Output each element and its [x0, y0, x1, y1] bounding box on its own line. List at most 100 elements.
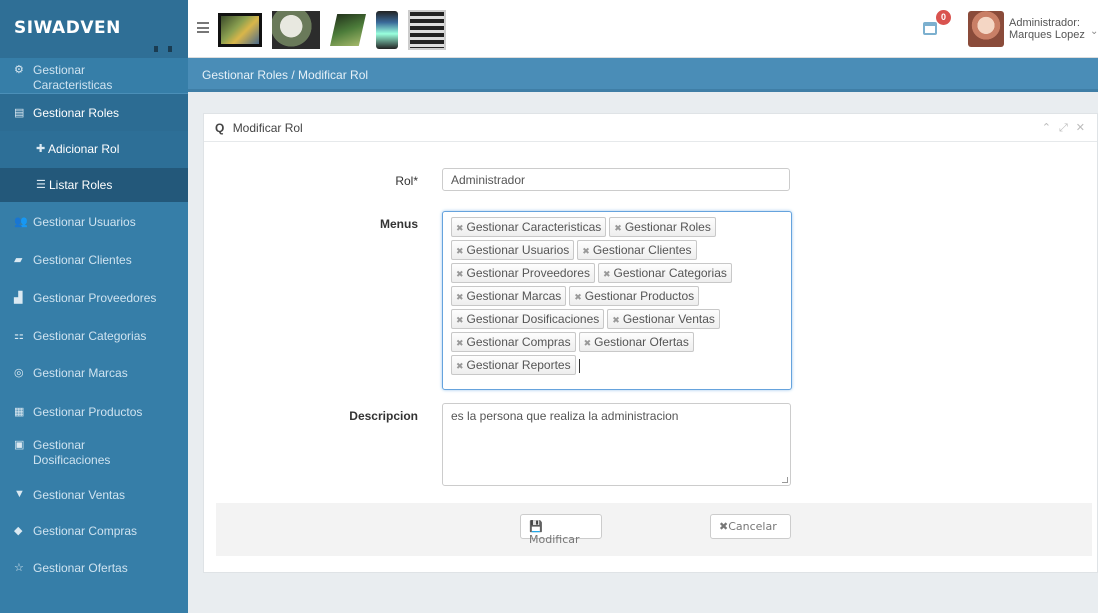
brand-name: SIWADVEN — [14, 18, 121, 38]
menu-toggle-icon[interactable] — [197, 22, 209, 33]
menu-chip[interactable]: ✖ Gestionar Clientes — [577, 240, 697, 260]
chevron-down-icon[interactable]: ⌄ — [1090, 26, 1098, 37]
remove-icon[interactable]: ✖ — [456, 361, 464, 371]
form-actions: 💾Modificar ✖Cancelar — [216, 503, 1092, 556]
search-icon: Q — [215, 121, 225, 135]
sidebar-item-label: Gestionar Categorias — [33, 329, 147, 343]
sidebar-item-clientes[interactable]: ▰ Gestionar Clientes — [0, 240, 188, 278]
banner-images — [218, 8, 446, 52]
truck-icon: ▟ — [14, 292, 23, 304]
remove-icon[interactable]: ✖ — [456, 269, 464, 279]
descripcion-label: Descripcion — [349, 409, 418, 423]
resize-handle-icon[interactable] — [782, 477, 788, 483]
product-image-phone — [376, 11, 398, 49]
menu-chip[interactable]: ✖ Gestionar Ventas — [607, 309, 720, 329]
sidebar-item-label: Gestionar Dosificaciones — [33, 438, 111, 467]
user-name: Marques Lopez — [1009, 29, 1085, 41]
users-icon: 👥 — [14, 216, 28, 228]
menu-chip[interactable]: ✖ Gestionar Marcas — [451, 286, 567, 306]
sidebar-item-label: Gestionar Compras — [33, 524, 138, 538]
sidebar-item-proveedores[interactable]: ▟ Gestionar Proveedores — [0, 278, 188, 316]
remove-icon[interactable]: ✖ — [456, 292, 464, 302]
menus-multiselect[interactable]: ✖ Gestionar Caracteristicas ✖ Gestionar Rol… — [442, 211, 792, 390]
product-image-animal — [272, 11, 320, 49]
remove-icon[interactable]: ✖ — [612, 315, 620, 325]
text-cursor — [578, 358, 580, 373]
sidebar-item-label: Gestionar Ofertas — [33, 561, 128, 575]
remove-icon[interactable]: ✖ — [456, 223, 464, 233]
brand-block[interactable]: SIWADVEN — [0, 0, 188, 58]
sidebar: ⚙ Gestionar Caracteristicas ▤ Gestionar … — [0, 58, 188, 613]
panel-title: Modificar Rol — [232, 121, 303, 135]
sidebar-item-caracteristicas[interactable]: ⚙ Gestionar Caracteristicas — [0, 58, 188, 94]
sidebar-item-label: Gestionar Roles — [33, 106, 120, 120]
sidebar-item-label: Gestionar Usuarios — [33, 215, 136, 229]
panel-header: Q Modificar Rol ⌃⤢✕ — [204, 114, 1097, 142]
sidebar-item-dosificaciones[interactable]: ▣ Gestionar Dosificaciones — [0, 430, 188, 476]
brand-mark-icon — [154, 46, 172, 52]
remove-icon[interactable]: ✖ — [582, 246, 590, 256]
form-panel: Q Modificar Rol ⌃⤢✕ Rol* Administrador M… — [203, 113, 1098, 573]
top-header: SIWADVEN 0 Administrador: Marques Lopez … — [0, 0, 1098, 58]
sidebar-item-ventas[interactable]: ▼ Gestionar Ventas — [0, 476, 188, 512]
calendar-icon[interactable] — [923, 22, 937, 35]
remove-icon[interactable]: ✖ — [574, 292, 582, 302]
sitemap-icon: ⚏ — [14, 330, 24, 342]
sidebar-item-ofertas[interactable]: ☆ Gestionar Ofertas — [0, 549, 188, 586]
sidebar-item-roles[interactable]: ▤ Gestionar Roles — [0, 94, 188, 131]
product-image-collage — [408, 10, 446, 50]
calculator-icon: ▣ — [14, 439, 25, 451]
sidebar-item-label: Gestionar Marcas — [33, 366, 128, 380]
sidebar-item-categorias[interactable]: ⚏ Gestionar Categorias — [0, 316, 188, 354]
purchase-icon: ◆ — [14, 525, 23, 537]
remove-icon[interactable]: ✖ — [456, 338, 464, 348]
sidebar-item-listar-roles[interactable]: ☰ Listar Roles — [0, 168, 188, 202]
sidebar-item-label: Gestionar Clientes — [33, 253, 132, 267]
panel-tools: ⌃⤢✕ — [1042, 121, 1093, 135]
sidebar-item-label: Gestionar Proveedores — [33, 291, 157, 305]
rol-input[interactable]: Administrador — [442, 168, 790, 191]
cancelar-button[interactable]: ✖Cancelar — [710, 514, 791, 539]
remove-icon[interactable]: ✖ — [456, 246, 464, 256]
sidebar-item-productos[interactable]: ▦ Gestionar Productos — [0, 392, 188, 430]
menus-label: Menus — [379, 217, 418, 231]
sidebar-item-usuarios[interactable]: 👥 Gestionar Usuarios — [0, 202, 188, 240]
cart-icon: ▼ — [14, 488, 25, 500]
menu-chip[interactable]: ✖ Gestionar Dosificaciones — [451, 309, 605, 329]
remove-icon[interactable]: ✖ — [603, 269, 611, 279]
sidebar-item-label: Listar Roles — [49, 178, 113, 192]
sidebar-item-marcas[interactable]: ◎ Gestionar Marcas — [0, 354, 188, 392]
tag-icon: ◎ — [14, 367, 24, 379]
product-image-landscape — [330, 14, 366, 46]
menu-chip[interactable]: ✖ Gestionar Reportes — [451, 355, 576, 375]
breadcrumb: Gestionar Roles / Modificar Rol — [188, 58, 1098, 92]
notification-badge[interactable]: 0 — [936, 10, 951, 25]
user-menu[interactable]: Administrador: Marques Lopez — [1009, 17, 1087, 41]
rol-label: Rol* — [395, 174, 418, 188]
sidebar-item-label: Adicionar Rol — [48, 142, 120, 156]
sidebar-item-compras[interactable]: ◆ Gestionar Compras — [0, 512, 188, 549]
close-icon: ✖ — [719, 520, 729, 533]
menu-chip[interactable]: ✖ Gestionar Roles — [609, 217, 716, 237]
menu-chip[interactable]: ✖ Gestionar Compras — [451, 332, 576, 352]
remove-icon[interactable]: ✖ — [456, 315, 464, 325]
descripcion-textarea[interactable]: es la persona que realiza la administrac… — [442, 403, 791, 486]
menu-chip[interactable]: ✖ Gestionar Productos — [569, 286, 700, 306]
avatar[interactable] — [968, 11, 1004, 47]
menu-chip[interactable]: ✖ Gestionar Usuarios — [451, 240, 575, 260]
expand-icon[interactable]: ⤢ — [1059, 122, 1076, 134]
sidebar-item-adicionar-rol[interactable]: ✚ Adicionar Rol — [0, 131, 188, 168]
sidebar-item-label: Gestionar Caracteristicas — [33, 63, 113, 92]
menu-chip[interactable]: ✖ Gestionar Proveedores — [451, 263, 595, 283]
menu-chip[interactable]: ✖ Gestionar Caracteristicas — [451, 217, 607, 237]
menu-chip[interactable]: ✖ Gestionar Ofertas — [578, 332, 694, 352]
descripcion-text: es la persona que realiza la administrac… — [451, 409, 679, 423]
sidebar-item-label: Gestionar Productos — [33, 405, 143, 419]
star-icon: ☆ — [14, 562, 24, 574]
remove-icon[interactable]: ✖ — [584, 338, 592, 348]
remove-icon[interactable]: ✖ — [614, 223, 622, 233]
close-icon[interactable]: ✕ — [1076, 122, 1093, 134]
collapse-icon[interactable]: ⌃ — [1042, 122, 1059, 134]
menu-chip[interactable]: ✖ Gestionar Categorias — [597, 263, 732, 283]
modificar-button[interactable]: 💾Modificar — [520, 514, 602, 546]
